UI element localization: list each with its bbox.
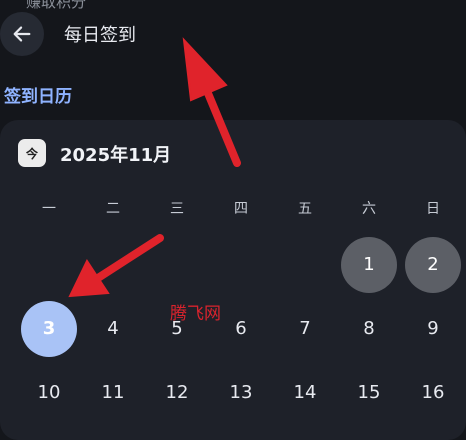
weekday-mon: 一 [42, 201, 56, 217]
scrolled-text: 赚取积分 [26, 0, 87, 11]
calendar-day-13[interactable]: 13 [213, 365, 269, 421]
calendar-day-11[interactable]: 11 [85, 365, 141, 421]
calendar-day-16[interactable]: 16 [405, 365, 461, 421]
page-title: 每日签到 [64, 25, 136, 46]
watermark: 腾飞网 [170, 304, 221, 324]
calendar-day-7[interactable]: 7 [277, 301, 333, 357]
calendar-day-14[interactable]: 14 [277, 365, 333, 421]
calendar-day-4[interactable]: 4 [85, 301, 141, 357]
weekday-wed: 三 [170, 201, 184, 217]
section-title: 签到日历 [4, 87, 72, 107]
calendar-day-8[interactable]: 8 [341, 301, 397, 357]
calendar-day-3[interactable]: 3 [21, 301, 77, 357]
calendar-day-2[interactable]: 2 [405, 237, 461, 293]
calendar-day-12[interactable]: 12 [149, 365, 205, 421]
back-button[interactable] [0, 12, 44, 56]
weekday-sun: 日 [426, 201, 440, 217]
calendar-day-6[interactable]: 6 [213, 301, 269, 357]
weekday-thu: 四 [234, 201, 248, 217]
top-app-bar: 赚取积分 每日签到 [0, 0, 466, 74]
month-label: 2025年11月 [60, 145, 172, 166]
calendar-day-15[interactable]: 15 [341, 365, 397, 421]
arrow-left-icon [13, 26, 31, 42]
weekday-sat: 六 [362, 201, 376, 217]
weekday-tue: 二 [106, 201, 120, 217]
weekday-fri: 五 [298, 201, 312, 217]
calendar-day-1[interactable]: 1 [341, 237, 397, 293]
calendar-day-9[interactable]: 9 [405, 301, 461, 357]
calendar-day-10[interactable]: 10 [21, 365, 77, 421]
today-icon[interactable]: 今 [18, 139, 46, 167]
